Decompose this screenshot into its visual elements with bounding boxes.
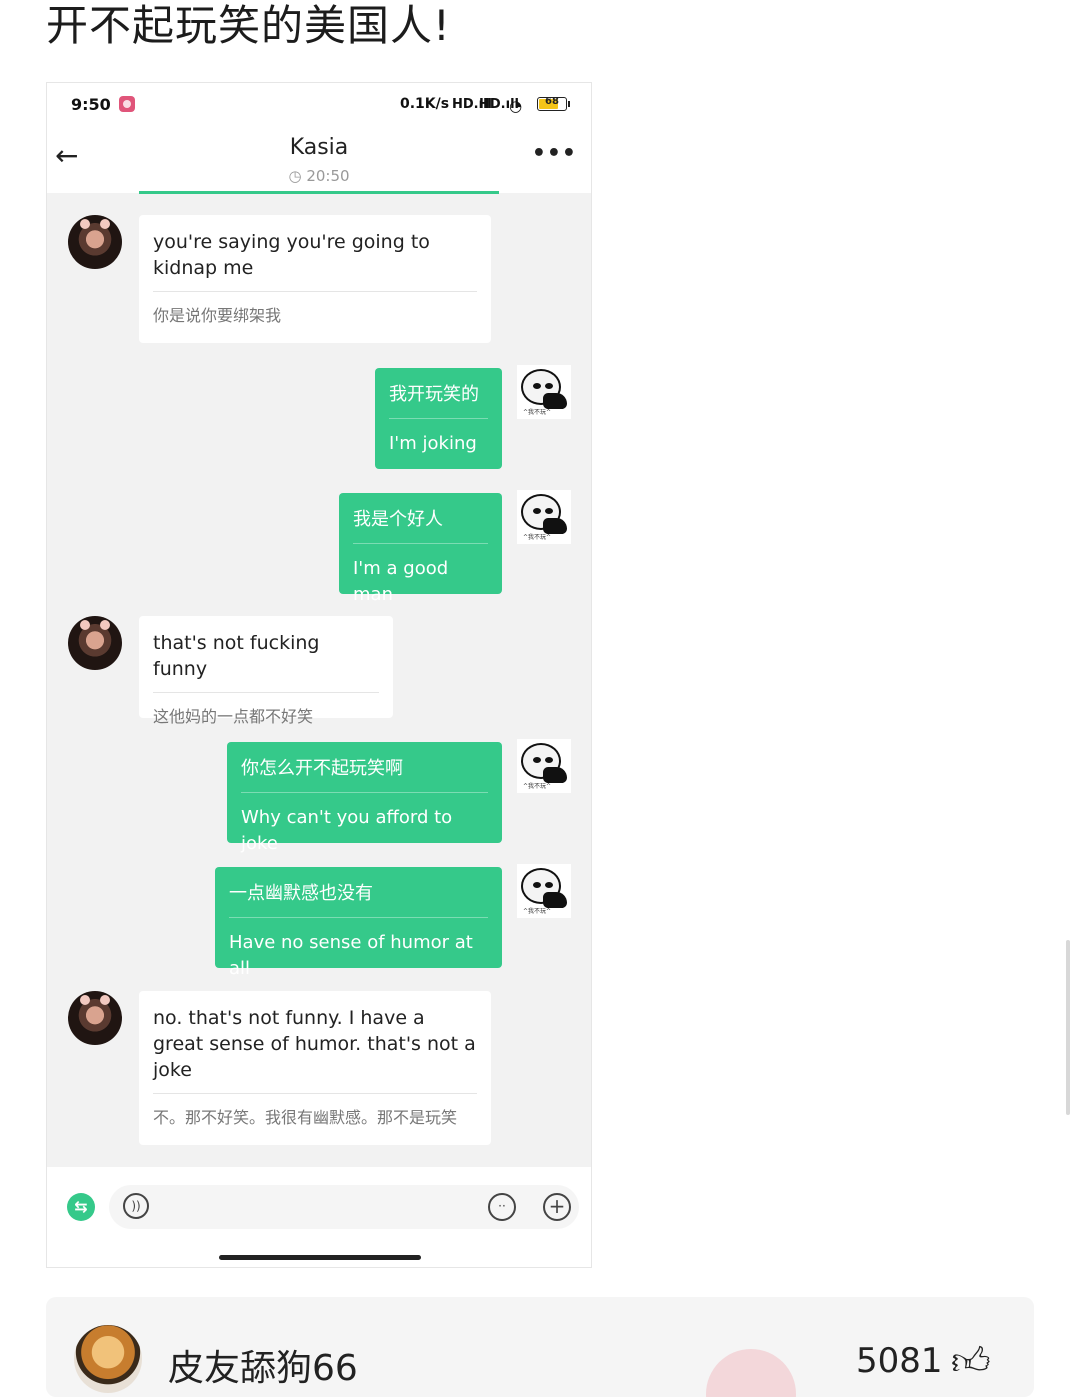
message-bubble-sent[interactable]: 一点幽默感也没有 Have no sense of humor at all [215, 867, 502, 979]
contact-name: Kasia [289, 135, 349, 160]
thumbs-up-icon[interactable]: 👍︎ [951, 1339, 991, 1385]
message-bubble-sent[interactable]: 你怎么开不起玩笑啊 Why can't you afford to joke [227, 742, 502, 854]
contact-avatar[interactable] [68, 215, 122, 269]
message-original: 我是个好人 [353, 509, 443, 530]
voice-icon[interactable]: )) [123, 1193, 149, 1219]
message-original: 我开玩笑的 [389, 384, 479, 405]
message-translation: Why can't you afford to joke [241, 807, 453, 854]
message-bubble-sent[interactable]: 我是个好人 I'm a good man [339, 493, 502, 605]
watermark-logo [706, 1349, 796, 1397]
translate-switch-icon[interactable]: ⇆ [67, 1193, 95, 1221]
message-original: 一点幽默感也没有 [229, 883, 373, 904]
commenter-name[interactable]: 皮友舔狗66 [168, 1339, 358, 1391]
message-original: you're saying you're going to kidnap me [153, 231, 430, 279]
header-progress-line [139, 191, 499, 194]
message-bubble-sent[interactable]: 我开玩笑的 I'm joking [375, 368, 502, 469]
message-bubble-received[interactable]: no. that's not funny. I have a great sen… [139, 991, 491, 1145]
page-scrollbar[interactable] [1066, 940, 1070, 1115]
message-translation: 你是说你要绑架我 [153, 306, 282, 325]
contact-avatar[interactable] [68, 616, 122, 670]
more-icon[interactable]: ••• [532, 141, 577, 166]
chat-input-bar: ⇆ )) ·· + [47, 1167, 591, 1267]
message-translation: Have no sense of humor at all [229, 932, 473, 979]
home-indicator [219, 1255, 421, 1260]
message-bubble-received[interactable]: that's not fucking funny 这他妈的一点都不好笑 [139, 616, 393, 726]
user-avatar[interactable]: ^我不玩^ [517, 864, 571, 918]
post-title: 开不起玩笑的美国人! [46, 1, 451, 50]
message-translation: 不。那不好笑。我很有幽默感。那不是玩笑 [153, 1108, 458, 1127]
chat-time: ◷ 20:50 [288, 167, 350, 185]
comment-preview[interactable]: 皮友舔狗66 5081 👍︎ [46, 1297, 1034, 1397]
app-notification-icon [119, 96, 135, 112]
status-bar: 9:50 0.1K/s HD.ıll HD.ıll ◔ 68 [47, 83, 591, 127]
network-speed: 0.1K/s [400, 96, 450, 112]
message-translation: 这他妈的一点都不好笑 [153, 707, 314, 726]
user-avatar[interactable]: ^我不玩^ [517, 490, 571, 544]
like-count: 5081 [856, 1341, 943, 1381]
message-original: no. that's not funny. I have a great sen… [153, 1007, 476, 1081]
contact-avatar[interactable] [68, 991, 122, 1045]
status-time: 9:50 [71, 95, 111, 114]
wifi-icon: ◔ [509, 97, 523, 115]
user-avatar[interactable]: ^我不玩^ [517, 739, 571, 793]
chat-header: ← Kasia ◷ 20:50 ••• [47, 127, 591, 193]
message-original: that's not fucking funny [153, 632, 320, 680]
message-translation: I'm a good man [353, 558, 449, 605]
commenter-avatar[interactable] [74, 1325, 142, 1393]
clock-icon: ◷ [288, 167, 307, 185]
message-translation: I'm joking [389, 433, 477, 454]
message-bubble-received[interactable]: you're saying you're going to kidnap me … [139, 215, 491, 343]
user-avatar[interactable]: ^我不玩^ [517, 365, 571, 419]
emoji-icon[interactable]: ·· [488, 1193, 516, 1221]
battery-icon: 68 [537, 96, 567, 111]
plus-icon[interactable]: + [543, 1193, 571, 1221]
chat-screenshot: 9:50 0.1K/s HD.ıll HD.ıll ◔ 68 ← Kasia ◷… [46, 82, 592, 1268]
message-original: 你怎么开不起玩笑啊 [241, 758, 403, 779]
